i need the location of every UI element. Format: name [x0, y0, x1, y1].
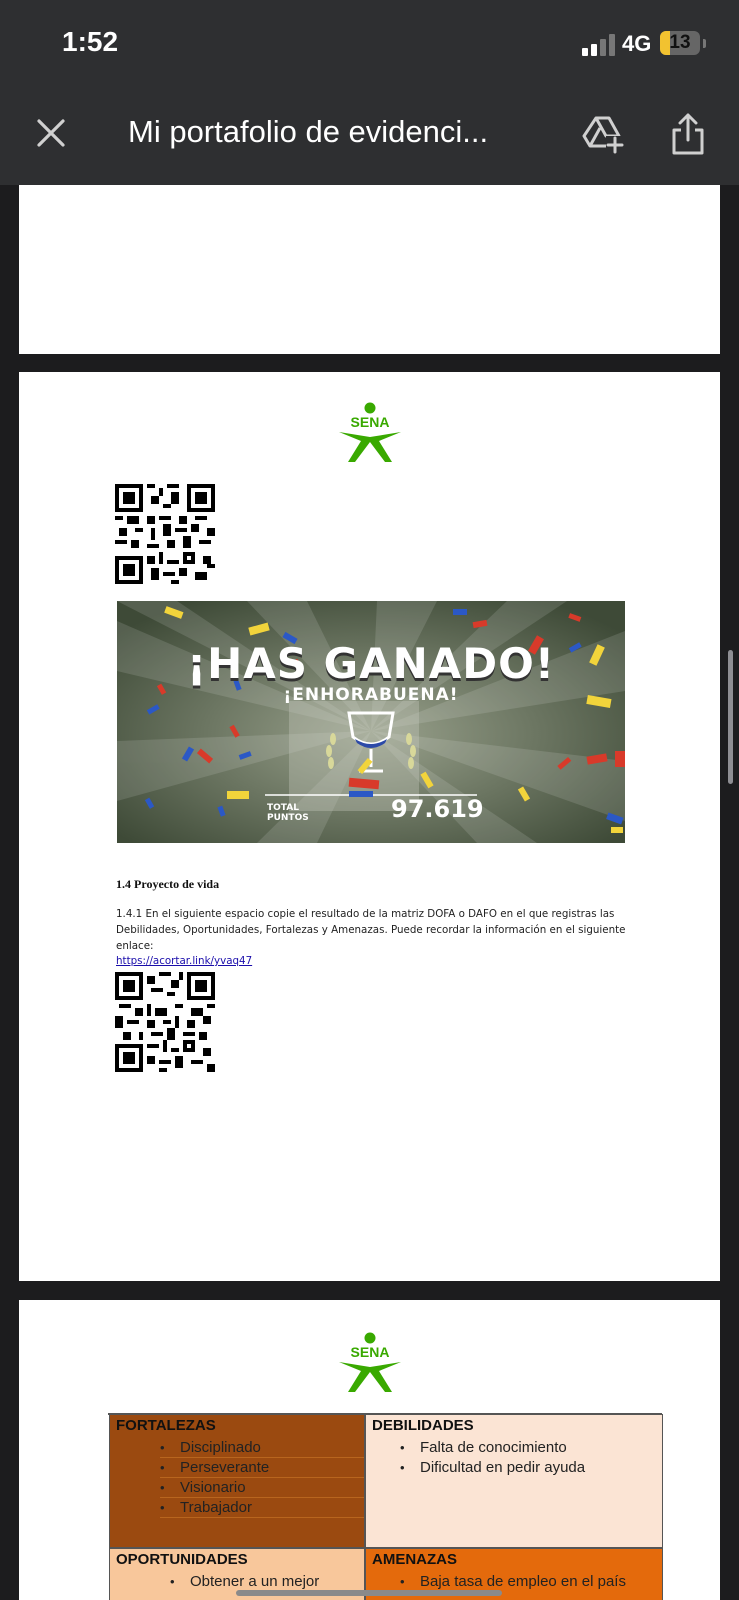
- sena-logo: SENA: [339, 402, 401, 462]
- section-text: 1.4.1 En el siguiente espacio copie el r…: [116, 908, 626, 952]
- network-type: 4G: [622, 31, 652, 56]
- prize-banner-image: ¡HAS GANADO! ¡ENHORABUENA! TOTAL PUNTOS …: [117, 601, 625, 843]
- list-item: Perseverante: [160, 1458, 364, 1478]
- qr-code: [115, 484, 215, 584]
- list-item: Dificultad en pedir ayuda: [400, 1458, 662, 1478]
- total-points-label: TOTAL PUNTOS: [267, 803, 309, 823]
- svg-text:SENA: SENA: [351, 1344, 390, 1360]
- home-indicator[interactable]: [236, 1590, 502, 1596]
- close-icon[interactable]: [34, 116, 68, 150]
- document-page: [19, 185, 720, 354]
- list-item: Baja tasa de empleo en el país: [400, 1572, 662, 1592]
- points-value: 97.619: [391, 795, 484, 823]
- battery-level: 13: [669, 32, 691, 53]
- add-to-drive-icon[interactable]: [582, 114, 624, 154]
- document-page: SENA FORTALEZAS Disciplinado Perseverant…: [19, 1300, 720, 1600]
- status-time: 1:52: [62, 26, 119, 57]
- qr-code: [115, 972, 215, 1072]
- section-title: 1.4 Proyecto de vida: [116, 877, 220, 891]
- list-item: Falta de conocimiento: [400, 1438, 662, 1458]
- debilidades-heading: DEBILIDADES: [372, 1417, 474, 1434]
- banner-subheadline: ¡ENHORABUENA!: [283, 685, 459, 705]
- dofa-debilidades: DEBILIDADES Falta de conocimiento Dificu…: [365, 1414, 663, 1548]
- document-title: Mi portafolio de evidenci...: [128, 114, 489, 149]
- dofa-table: FORTALEZAS Disciplinado Perseverante Vis…: [108, 1413, 663, 1600]
- document-page: SENA ¡HAS GANADO! ¡ENHORABUENA! TOTAL PU…: [19, 372, 720, 1281]
- sena-logo: SENA: [339, 1332, 401, 1392]
- app-header: 1:52 4G 13 Mi portafolio de evidenci...: [0, 0, 739, 185]
- list-item: Visionario: [160, 1478, 364, 1498]
- signal-icon: [582, 34, 616, 56]
- share-icon[interactable]: [670, 112, 706, 156]
- list-item: Disciplinado: [160, 1438, 364, 1458]
- enlace-link[interactable]: https://acortar.link/yvaq47: [116, 955, 252, 967]
- dofa-fortalezas: FORTALEZAS Disciplinado Perseverante Vis…: [109, 1414, 365, 1548]
- list-item: Trabajador: [160, 1498, 364, 1518]
- list-item: Obtener a un mejor: [170, 1572, 364, 1592]
- scrollbar[interactable]: [728, 650, 733, 784]
- fortalezas-heading: FORTALEZAS: [116, 1417, 216, 1434]
- oportunidades-heading: OPORTUNIDADES: [116, 1551, 248, 1568]
- svg-text:SENA: SENA: [351, 414, 390, 430]
- banner-headline: ¡HAS GANADO!: [186, 639, 556, 688]
- amenazas-heading: AMENAZAS: [372, 1551, 457, 1568]
